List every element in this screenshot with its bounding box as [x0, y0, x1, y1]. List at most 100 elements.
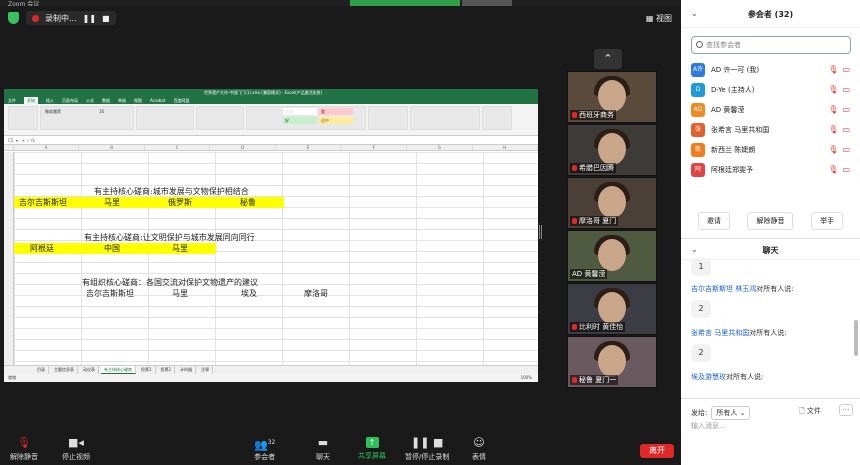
save-group[interactable]: [482, 106, 512, 130]
block2-country-3[interactable]: 马里: [172, 243, 188, 254]
column-header[interactable]: E: [276, 145, 342, 150]
name-box[interactable]: C5: [8, 138, 13, 143]
sheet-tab[interactable]: 动议表: [80, 366, 99, 374]
reactions-button[interactable]: ☺ 表情: [472, 437, 486, 462]
chat-input[interactable]: 输入消息...: [691, 421, 726, 431]
ribbon-tab[interactable]: 文件: [8, 97, 16, 104]
ribbon-tab[interactable]: 审阅: [118, 97, 126, 104]
pause-stop-record-button[interactable]: ❚❚ ■ 暂停/停止录制: [405, 437, 449, 462]
video-off-icon: ▭: [842, 65, 850, 74]
chat-scrollbar[interactable]: [854, 320, 858, 356]
formula-bar[interactable]: C5 ▾ : ✕ ✓ fx: [4, 136, 538, 145]
column-header[interactable]: G: [407, 145, 473, 150]
file-button[interactable]: 🗋 文件: [799, 406, 821, 418]
split-resize-handle[interactable]: [539, 225, 542, 239]
participant-row[interactable]: 新新西兰 陈婕朗 🎙 ▭: [681, 140, 860, 160]
zoom-level[interactable]: 100%: [521, 374, 532, 382]
participant-search-input[interactable]: 查找参会者: [691, 36, 851, 54]
raise-hand-button[interactable]: 举手: [811, 212, 844, 230]
sheet-grid[interactable]: [4, 152, 538, 365]
block1-heading[interactable]: 有主持核心磋商:城市发展与文物保护相结合: [94, 186, 249, 197]
style-good[interactable]: 好: [283, 117, 317, 124]
editing-group[interactable]: [410, 106, 480, 130]
block2-country-2[interactable]: 中国: [104, 243, 120, 254]
stop-record-icon[interactable]: ■: [102, 14, 110, 23]
video-tile[interactable]: AD 黄馨滢: [567, 230, 657, 282]
recording-indicator[interactable]: 录制中... ❚❚ ■: [26, 11, 116, 25]
video-tile[interactable]: 希腊巴因腾: [567, 124, 657, 176]
clipboard-group[interactable]: [8, 106, 38, 130]
video-tile[interactable]: 比利时 黄佳怡: [567, 283, 657, 335]
column-header[interactable]: H: [473, 145, 538, 150]
mic-muted-icon: [572, 165, 577, 171]
participant-row[interactable]: A许 AD 许一可 (我) 🎙 ▭: [681, 60, 860, 80]
ribbon-tab[interactable]: 百度网盘: [173, 97, 189, 104]
block1-country-3[interactable]: 俄罗斯: [168, 197, 192, 208]
more-options-icon[interactable]: ···: [839, 404, 853, 416]
video-tile[interactable]: 西班牙商务: [567, 71, 657, 123]
invite-button[interactable]: 邀请: [697, 212, 730, 230]
ribbon-tab[interactable]: 公式: [86, 97, 94, 104]
sheet-tab[interactable]: 投票1: [138, 366, 156, 374]
font-group[interactable]: 微软雅黑 16: [40, 106, 134, 130]
participant-status: 🎙 ▭: [828, 85, 850, 94]
block3-country-1[interactable]: 吉尔吉斯斯坦: [86, 288, 134, 299]
sheet-tab[interactable]: 注释: [198, 366, 214, 374]
participant-row[interactable]: 张张希言 马里共和国 🎙 ▭: [681, 120, 860, 140]
ribbon-tab[interactable]: 数据: [102, 97, 110, 104]
participant-row[interactable]: D D-Ye (主持人) 🎙 ▭: [681, 80, 860, 100]
column-header[interactable]: C: [145, 145, 211, 150]
unmute-button[interactable]: 🎙 解除静音: [10, 437, 38, 462]
cells-group[interactable]: [368, 106, 408, 130]
sheet-tab[interactable]: 投票2: [158, 366, 176, 374]
sheet-tab[interactable]: 目录: [34, 366, 49, 374]
view-button[interactable]: ▦ 视图: [646, 13, 672, 24]
ribbon-tab[interactable]: 页面布局: [62, 97, 78, 104]
block1-country-2[interactable]: 马里: [104, 197, 120, 208]
chat-button[interactable]: ▬ 聊天: [316, 437, 330, 462]
participant-row[interactable]: 阿阿根廷郑雯予 🎙 ▭: [681, 160, 860, 180]
security-shield-icon[interactable]: [8, 12, 19, 24]
ribbon-tab[interactable]: 视图: [134, 97, 142, 104]
ribbon-tab[interactable]: 开始: [24, 97, 38, 104]
column-header[interactable]: F: [341, 145, 407, 150]
sheet-tab[interactable]: 主题信息表: [51, 366, 78, 374]
pause-record-icon[interactable]: ❚❚: [83, 14, 96, 23]
block3-country-4[interactable]: 摩洛哥: [304, 288, 328, 299]
ribbon-tab[interactable]: Acrobat: [150, 97, 165, 104]
font-size[interactable]: 16: [99, 109, 104, 114]
send-to-select[interactable]: 所有人 ⌄: [711, 406, 751, 420]
alignment-group[interactable]: [136, 106, 194, 130]
shared-screen-excel[interactable]: 世界遗产大作·中国门门(1).xlsx [兼容模式] - Excel(产品激活失…: [4, 89, 538, 382]
column-header[interactable]: A: [14, 145, 80, 150]
style-neutral[interactable]: 适中: [319, 117, 353, 124]
block2-country-1[interactable]: 阿根廷: [30, 243, 54, 254]
block1-country-1[interactable]: 吉尔吉斯斯坦: [19, 197, 67, 208]
column-header[interactable]: D: [210, 145, 276, 150]
video-tile[interactable]: 秘鲁 夏门一: [567, 336, 657, 388]
video-off-icon: ▭: [842, 165, 850, 174]
video-tile[interactable]: 摩洛哥 夏门: [567, 177, 657, 229]
stop-video-button[interactable]: ■◂ 停止视频: [62, 437, 90, 462]
unmute-all-button[interactable]: 解除静音: [747, 212, 794, 230]
column-header[interactable]: B: [79, 145, 145, 150]
corner-cell[interactable]: [4, 145, 14, 150]
styles-group[interactable]: 常规 差 好 适中: [246, 106, 366, 130]
style-bad[interactable]: 差: [319, 108, 353, 115]
block3-country-2[interactable]: 马里: [172, 288, 188, 299]
sheet-tab[interactable]: 有主持核心磋商: [101, 366, 136, 374]
block3-country-3[interactable]: 埃及: [241, 288, 257, 299]
sheet-tab[interactable]: 计时器: [177, 366, 197, 374]
style-normal[interactable]: 常规: [283, 108, 317, 115]
participant-row[interactable]: AD AD 黄馨滢 🎙 ▭: [681, 100, 860, 120]
font-name[interactable]: 微软雅黑: [45, 109, 61, 115]
share-screen-button[interactable]: ↑ 共享屏幕: [358, 437, 386, 461]
scroll-up-button[interactable]: ⌃: [594, 49, 622, 69]
block2-heading[interactable]: 有主持核心磋商:让文明保护与城市发展同向同行: [84, 232, 255, 243]
leave-button[interactable]: 离开: [640, 444, 674, 458]
block1-country-4[interactable]: 秘鲁: [240, 197, 256, 208]
ribbon-tab[interactable]: 插入: [46, 97, 54, 104]
block3-heading[interactable]: 有组织核心磋商：各国交流对保护文物遗产的建议: [82, 277, 258, 288]
number-group[interactable]: [196, 106, 244, 130]
participants-button[interactable]: 👥32 参会者: [254, 437, 275, 462]
